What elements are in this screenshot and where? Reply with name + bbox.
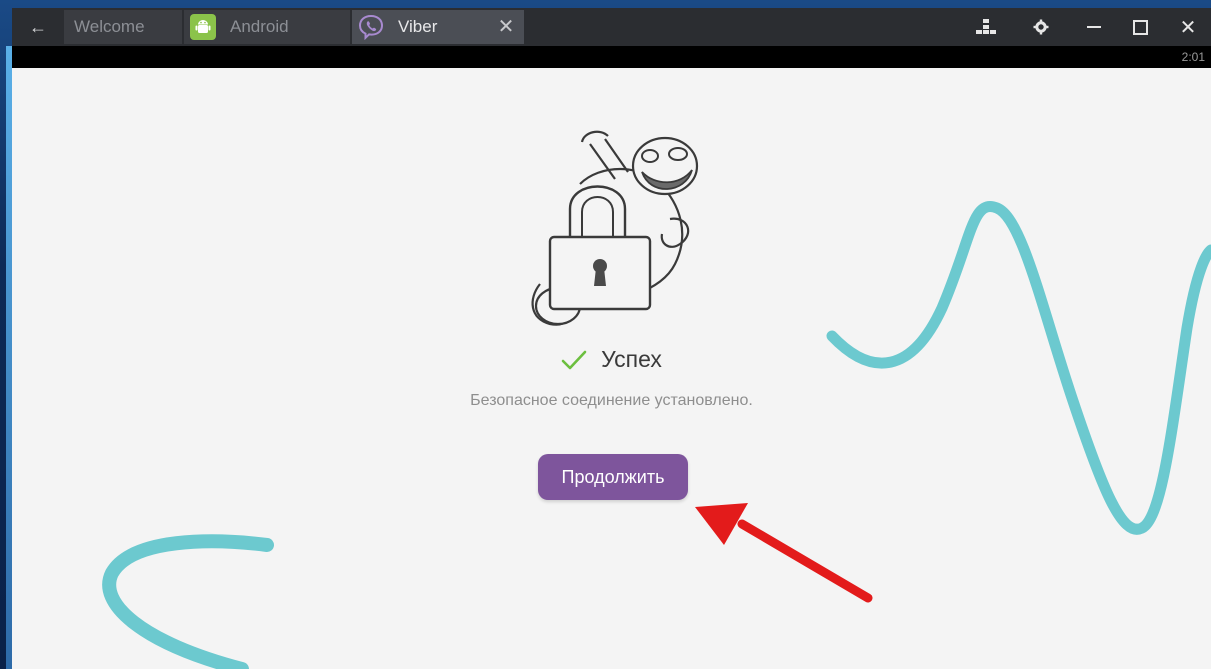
status-clock: 2:01: [1181, 50, 1205, 64]
viber-screen: Успех Безопасное соединение установлено.…: [12, 68, 1211, 669]
tab-android[interactable]: Android: [184, 10, 350, 44]
tab-welcome[interactable]: Welcome: [64, 10, 182, 44]
bluestacks-window: ← Welcome Android Viber ✕ ✕ 2:01 Успех Б…: [0, 0, 1211, 669]
cat-padlock-illustration: [531, 130, 699, 326]
tab-viber[interactable]: Viber ✕: [352, 10, 524, 44]
settings-button[interactable]: [1021, 10, 1061, 44]
tab-label: Viber: [398, 17, 438, 36]
viber-icon: [358, 14, 384, 40]
close-window-button[interactable]: ✕: [1168, 10, 1208, 44]
continue-button[interactable]: Продолжить: [538, 454, 688, 500]
secure-connection-text: Безопасное соединение установлено.: [470, 392, 753, 409]
back-button[interactable]: ←: [16, 10, 60, 44]
keyboard-map-icon: [976, 19, 996, 34]
gear-icon: [1033, 19, 1049, 35]
close-window-icon: ✕: [1179, 16, 1197, 39]
android-status-bar: 2:01: [12, 46, 1211, 68]
keymap-button[interactable]: [966, 10, 1006, 44]
maximize-icon: [1132, 19, 1148, 35]
tab-label: Android: [230, 17, 289, 36]
back-arrow-icon: ←: [29, 16, 47, 37]
title-bar: ← Welcome Android Viber ✕ ✕: [12, 8, 1211, 46]
success-title: Успех: [601, 346, 662, 372]
minimize-button[interactable]: [1074, 10, 1114, 44]
minimize-icon: [1087, 26, 1101, 28]
success-heading: Успех: [12, 346, 1211, 373]
checkmark-icon: [561, 350, 587, 369]
android-icon: [190, 14, 216, 40]
maximize-button[interactable]: [1120, 10, 1160, 44]
close-icon[interactable]: ✕: [496, 17, 516, 37]
tab-label: Welcome: [74, 17, 145, 36]
